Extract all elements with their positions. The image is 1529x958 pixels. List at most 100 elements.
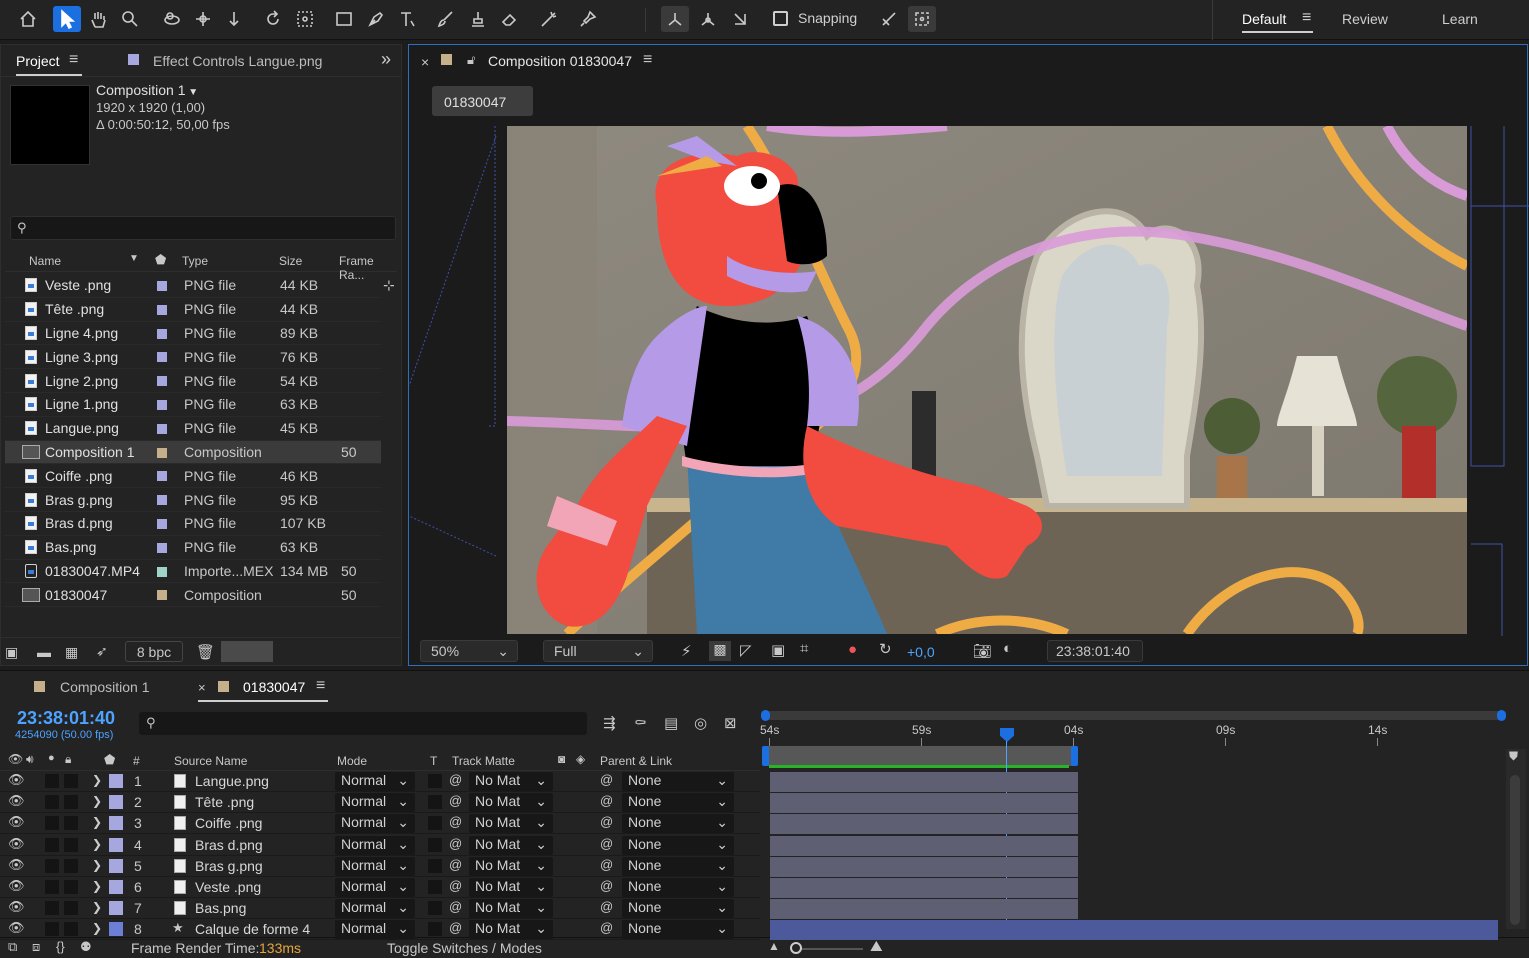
- work-area-start-handle[interactable]: [761, 710, 770, 721]
- orbit-camera-icon[interactable]: [158, 6, 186, 32]
- label-swatch[interactable]: [157, 400, 167, 410]
- close-icon[interactable]: ×: [198, 680, 206, 695]
- rotate-tool-icon[interactable]: [259, 6, 287, 32]
- project-item-row[interactable]: Bras g.png PNG file 95 KB: [5, 488, 381, 512]
- track-matte-dropdown[interactable]: No Mat ⌄: [469, 920, 553, 940]
- track-matte-dropdown[interactable]: No Mat ⌄: [469, 899, 553, 919]
- project-item-row[interactable]: Veste .png PNG file 44 KB: [5, 274, 381, 298]
- parent-pickwhip-icon[interactable]: @: [600, 772, 613, 787]
- transfer-controls-icon[interactable]: ⧈: [32, 939, 40, 955]
- layer-duration-bar[interactable]: [770, 856, 1078, 877]
- frame-blending-icon[interactable]: ◎: [694, 714, 707, 732]
- column-type[interactable]: Type: [182, 254, 208, 268]
- eye-icon[interactable]: 👁︎: [8, 878, 25, 894]
- resolution-dropdown[interactable]: Full ⌄: [543, 640, 653, 662]
- tab-project[interactable]: Project: [16, 53, 60, 69]
- preserve-transparency-toggle[interactable]: [428, 816, 442, 831]
- roto-brush-icon[interactable]: [535, 6, 563, 32]
- composition-viewer[interactable]: [507, 126, 1467, 634]
- reset-exposure-icon[interactable]: ↻: [879, 640, 892, 658]
- eye-icon[interactable]: 👁︎: [8, 772, 25, 788]
- new-composition-icon[interactable]: ▦: [65, 644, 78, 661]
- eye-icon[interactable]: 👁︎: [8, 836, 25, 852]
- text-tool-icon[interactable]: [393, 6, 421, 32]
- layer-label-swatch[interactable]: [109, 901, 123, 916]
- lock-toggle[interactable]: [64, 880, 78, 894]
- video-switch-icon[interactable]: 👁︎: [8, 752, 23, 766]
- layer-name[interactable]: Tête .png: [195, 794, 254, 810]
- layer-duration-bar[interactable]: [770, 920, 1498, 941]
- world-axis-icon[interactable]: [694, 6, 722, 32]
- layer-name[interactable]: Coiffe .png: [195, 815, 262, 831]
- matte-pickwhip-icon[interactable]: @: [449, 793, 462, 808]
- preserve-transparency-toggle[interactable]: [428, 922, 442, 937]
- project-item-row[interactable]: 01830047 Composition 50: [5, 583, 381, 608]
- project-item-row[interactable]: Langue.png PNG file 45 KB: [5, 417, 381, 441]
- expand-chevron-icon[interactable]: ❯: [92, 858, 102, 872]
- track-matte-dropdown[interactable]: No Mat ⌄: [469, 772, 553, 791]
- range-start-handle[interactable]: [762, 746, 769, 766]
- lock-toggle[interactable]: [64, 837, 78, 852]
- snapshot-camera-icon[interactable]: 📷︎: [973, 642, 992, 660]
- zoom-tool-icon[interactable]: [116, 6, 144, 32]
- comp-mini-flowchart-icon[interactable]: ⇶: [603, 714, 616, 732]
- panel-overflow-icon[interactable]: »: [381, 49, 391, 70]
- project-item-row[interactable]: Bas.png PNG file 63 KB: [5, 536, 381, 560]
- column-size[interactable]: Size: [279, 254, 302, 268]
- panel-menu-icon[interactable]: ≡: [316, 677, 325, 695]
- bpc-button[interactable]: 8 bpc: [125, 641, 183, 662]
- graph-editor-icon[interactable]: ⊠: [724, 714, 737, 732]
- label-swatch[interactable]: [157, 352, 167, 363]
- local-axis-icon[interactable]: [661, 6, 689, 32]
- project-item-row[interactable]: Tête .png PNG file 44 KB: [5, 298, 381, 322]
- matte-pickwhip-icon[interactable]: @: [449, 857, 462, 872]
- matte-pickwhip-icon[interactable]: @: [449, 878, 462, 893]
- region-of-interest-icon[interactable]: ▣: [771, 641, 785, 659]
- zoom-in-icon[interactable]: ⛰: [870, 938, 883, 955]
- timeline-timecode[interactable]: 23:38:01:40: [17, 708, 115, 729]
- parent-dropdown[interactable]: None ⌄: [622, 772, 734, 791]
- parent-dropdown[interactable]: None ⌄: [622, 793, 734, 813]
- matte-pickwhip-icon[interactable]: @: [449, 920, 462, 935]
- puppet-pin-icon[interactable]: [574, 6, 602, 32]
- hand-tool-icon[interactable]: [85, 6, 113, 32]
- zoom-slider-track[interactable]: [797, 948, 863, 950]
- close-icon[interactable]: ×: [421, 54, 429, 70]
- label-column-icon[interactable]: ⬟: [155, 252, 166, 268]
- column-mode[interactable]: Mode: [337, 754, 367, 768]
- layer-row[interactable]: 👁︎ ❯ 1 Langue.png Normal ⌄ @ No Mat ⌄ @ None ⌄: [0, 771, 760, 792]
- eye-icon[interactable]: 👁︎: [8, 857, 25, 873]
- parent-pickwhip-icon[interactable]: @: [600, 899, 613, 914]
- magnification-dropdown[interactable]: 50% ⌄: [420, 640, 518, 662]
- pan-camera-icon[interactable]: [189, 6, 217, 32]
- project-item-row[interactable]: 01830047.MP4 Importe...MEX 134 MB 50: [5, 560, 381, 584]
- parent-dropdown[interactable]: None ⌄: [622, 920, 734, 940]
- interpret-footage-icon[interactable]: ▣: [5, 644, 18, 661]
- mode-dropdown[interactable]: Normal ⌄: [335, 878, 415, 897]
- toggle-switches-modes[interactable]: Toggle Switches / Modes: [387, 940, 542, 956]
- expand-chevron-icon[interactable]: ❯: [92, 773, 102, 787]
- rectangle-tool-icon[interactable]: [330, 6, 358, 32]
- track-matte-dropdown[interactable]: No Mat ⌄: [469, 878, 553, 897]
- tab-composition-1[interactable]: Composition 1: [60, 679, 150, 695]
- label-swatch[interactable]: [157, 447, 167, 458]
- zoom-out-icon[interactable]: ▲: [768, 939, 780, 953]
- in-out-icon[interactable]: {}: [56, 939, 65, 954]
- render-time-icon[interactable]: ⚉: [80, 939, 92, 955]
- sort-chevron-icon[interactable]: ▼: [129, 253, 139, 264]
- label-swatch[interactable]: [157, 542, 167, 553]
- eye-icon[interactable]: 👁︎: [8, 814, 25, 830]
- column-source-name[interactable]: Source Name: [174, 754, 247, 768]
- snap-edges-icon[interactable]: [875, 6, 903, 32]
- tab-effect-controls[interactable]: Effect Controls Langue.png: [153, 53, 322, 69]
- work-area-end-handle[interactable]: [1497, 710, 1506, 721]
- grid-guides-icon[interactable]: ⌗: [800, 640, 808, 657]
- label-column-icon[interactable]: ⬟: [104, 752, 115, 768]
- chevron-down-icon[interactable]: ▼: [186, 87, 198, 98]
- layer-label-swatch[interactable]: [109, 837, 123, 852]
- current-time-display[interactable]: 23:38:01:40: [1047, 640, 1143, 662]
- label-swatch[interactable]: [157, 590, 167, 601]
- layer-row[interactable]: 👁︎ ❯ 3 Coiffe .png Normal ⌄ @ No Mat ⌄ @ None ⌄: [0, 813, 760, 835]
- matte-pickwhip-icon[interactable]: @: [449, 772, 462, 787]
- comp-flowchart-chip[interactable]: 01830047: [432, 86, 533, 116]
